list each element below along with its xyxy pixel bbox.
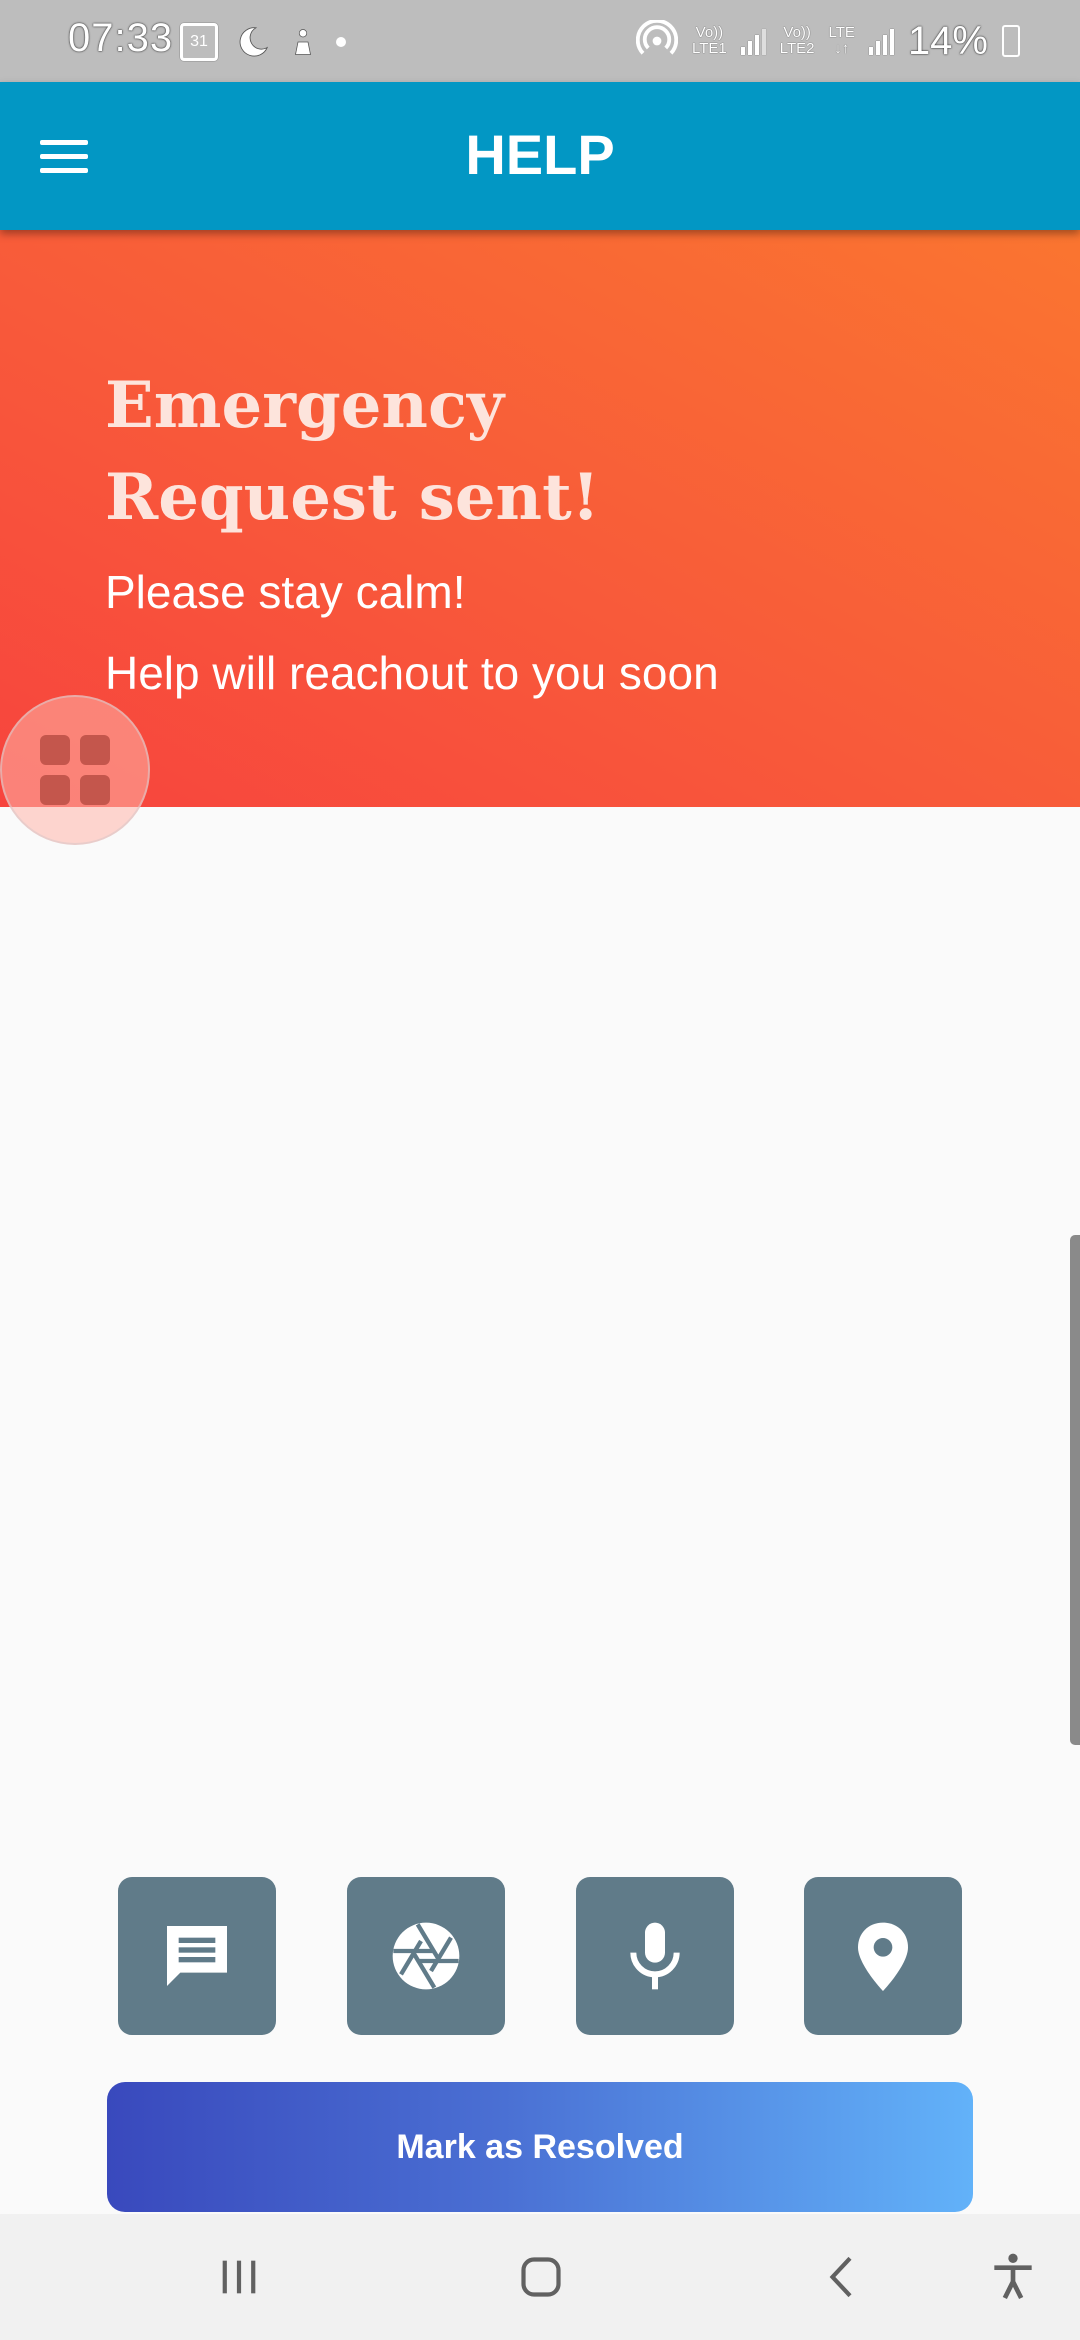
banner-help-text: Help will reachout to you soon xyxy=(105,647,719,699)
sim2-signal-icon xyxy=(868,27,894,55)
calendar-icon: 31 xyxy=(180,23,218,61)
sim1-lte-label: LTE1 xyxy=(692,40,727,57)
microphone-icon xyxy=(630,1922,680,1990)
page-title: HELP xyxy=(465,123,615,186)
battery-percent: 14% xyxy=(907,18,988,63)
microphone-button[interactable] xyxy=(576,1877,734,2035)
message-button[interactable] xyxy=(118,1877,276,2035)
data-arrows-icon: ↓↑ xyxy=(834,40,850,57)
status-notification-icons: 31 xyxy=(180,20,346,64)
status-time: 07:33 xyxy=(68,16,174,60)
sim2-label: Vo)) LTE2 xyxy=(780,25,815,57)
sim2-lte-label: LTE2 xyxy=(779,40,815,57)
battery-icon xyxy=(1002,25,1020,57)
back-button[interactable] xyxy=(808,2242,878,2312)
home-button[interactable] xyxy=(506,2242,576,2312)
accessibility-icon xyxy=(994,2253,1032,2300)
scrollbar[interactable] xyxy=(1070,1235,1080,1745)
back-icon xyxy=(829,2256,852,2298)
status-system-icons: Vo)) LTE1 Vo)) LTE2 LTE ↓↑ 14% xyxy=(636,16,1020,66)
status-bar: 07:33 31 Vo)) LTE1 Vo)) LTE2 LTE ↓↑ 14% xyxy=(0,0,1080,82)
banner-heading: Emergency Request sent! xyxy=(105,368,600,535)
moon-icon xyxy=(239,27,269,57)
location-pin-icon xyxy=(858,1922,908,1991)
camera-button[interactable] xyxy=(347,1877,505,2035)
banner-calm-text: Please stay calm! xyxy=(105,566,466,618)
recents-button[interactable] xyxy=(204,2242,274,2312)
assistive-menu-button[interactable] xyxy=(0,695,150,845)
more-notifications-dot-icon xyxy=(336,37,346,47)
grid-icon xyxy=(40,735,110,805)
location-button[interactable] xyxy=(804,1877,962,2035)
sim1-signal-icon xyxy=(740,27,766,55)
emergency-banner: Emergency Request sent! Please stay calm… xyxy=(0,230,1080,807)
sim2-volte-label: Vo)) xyxy=(783,24,811,41)
home-icon xyxy=(521,2257,561,2297)
hotspot-icon xyxy=(636,20,679,55)
sim1-label: Vo)) LTE1 xyxy=(692,25,727,57)
mark-resolved-button[interactable]: Mark as Resolved xyxy=(107,2082,973,2212)
screen: 07:33 31 Vo)) LTE1 Vo)) LTE2 LTE ↓↑ 14% … xyxy=(0,0,1080,2340)
system-nav-bar xyxy=(0,2214,1080,2340)
data-type-label: LTE xyxy=(828,24,855,41)
accessibility-button[interactable] xyxy=(978,2242,1048,2312)
app-bar: HELP xyxy=(0,82,1080,230)
recents-icon xyxy=(222,2260,256,2294)
action-buttons xyxy=(118,1877,962,2035)
data-label: LTE ↓↑ xyxy=(829,25,855,57)
camera-aperture-icon xyxy=(392,1922,460,1990)
person-icon xyxy=(295,29,311,55)
sim1-volte-label: Vo)) xyxy=(695,24,724,41)
message-icon xyxy=(167,1926,227,1986)
